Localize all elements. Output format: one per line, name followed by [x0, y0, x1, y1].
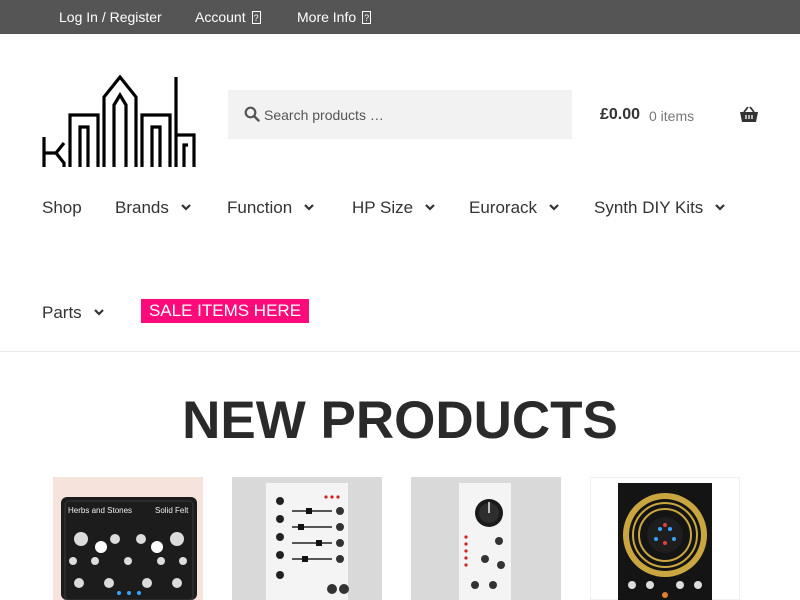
cart-amount[interactable]: £0.00: [600, 106, 640, 124]
header-divider: [0, 351, 800, 352]
chevron-down-icon: [425, 204, 435, 211]
search-bar: [228, 90, 572, 139]
login-register-link[interactable]: Log In / Register: [59, 9, 162, 25]
nav-item-label: Eurorack: [469, 198, 538, 217]
panel-text: Solid Felt: [155, 506, 189, 515]
nav-item-label: Brands: [115, 198, 169, 217]
nav-item-synth-diy-kits[interactable]: Synth DIY Kits: [594, 198, 726, 218]
chevron-down-icon: [715, 204, 726, 211]
product-thumbnail[interactable]: [411, 477, 561, 600]
product-image: [411, 477, 561, 600]
chevron-down-icon: [93, 309, 104, 316]
panel-text: Herbs and Stones: [68, 506, 132, 515]
account-link[interactable]: Account: [195, 9, 261, 26]
cart-item-count[interactable]: 0 items: [649, 108, 694, 124]
product-thumbnail[interactable]: [232, 477, 382, 600]
nav-item-function[interactable]: Function: [227, 198, 314, 218]
nav-item-label: Parts: [42, 303, 82, 322]
account-label: Account: [195, 9, 246, 25]
site-logo[interactable]: [42, 74, 196, 169]
nav-item-label: HP Size: [352, 198, 414, 217]
product-thumbnail[interactable]: [590, 477, 740, 600]
chevron-down-icon: [181, 204, 191, 211]
nav-item-label: Function: [227, 198, 293, 217]
product-image: Herbs and Stones Solid Felt: [53, 477, 203, 600]
basket-icon[interactable]: [739, 106, 759, 123]
search-input[interactable]: [264, 90, 564, 139]
top-bar: Log In / Register Account More Info: [0, 0, 800, 34]
chevron-down-icon: [549, 204, 559, 211]
product-thumbnail[interactable]: Herbs and Stones Solid Felt: [53, 477, 203, 600]
product-image: [232, 477, 382, 600]
more-info-label: More Info: [297, 9, 357, 25]
chevron-down-icon: [304, 204, 314, 211]
dropdown-glyph-icon: [251, 10, 261, 26]
section-title: NEW PRODUCTS: [182, 391, 618, 450]
nav-item-brands[interactable]: Brands: [115, 198, 191, 218]
logo-icon: [42, 74, 196, 167]
nav-item-shop[interactable]: Shop: [42, 198, 82, 218]
nav-item-hp-size[interactable]: HP Size: [352, 198, 435, 218]
product-image: [590, 477, 740, 600]
sale-items-link[interactable]: SALE ITEMS HERE: [141, 299, 309, 323]
nav-item-parts[interactable]: Parts: [42, 303, 104, 323]
nav-item-eurorack[interactable]: Eurorack: [469, 198, 559, 218]
dropdown-glyph-icon: [362, 10, 372, 26]
more-info-link[interactable]: More Info: [297, 9, 372, 26]
search-icon: [244, 106, 260, 122]
nav-item-label: Synth DIY Kits: [594, 198, 704, 217]
